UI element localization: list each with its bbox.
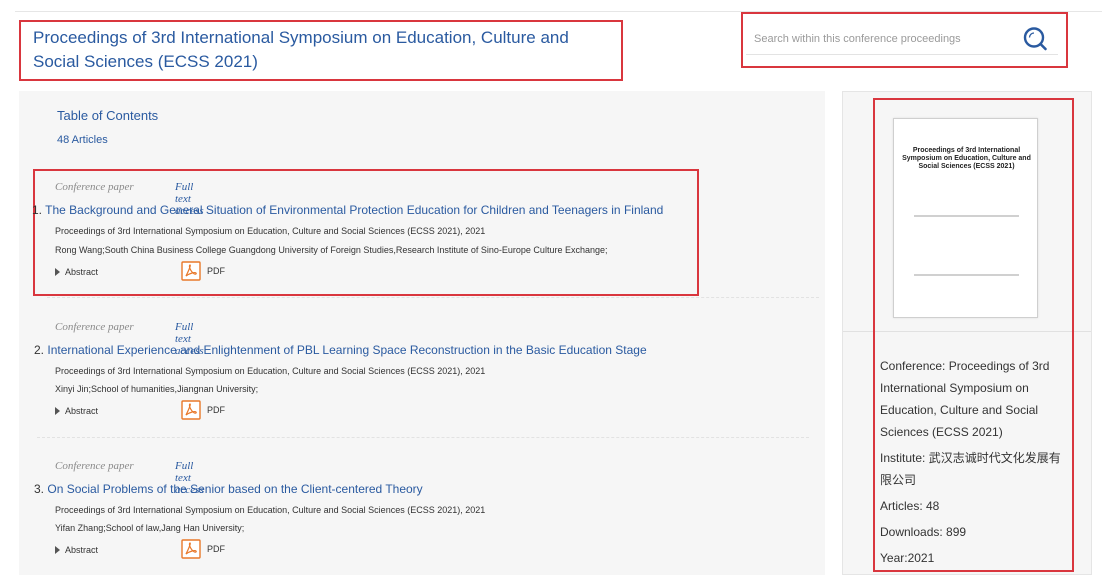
- article-number: 1.: [32, 203, 43, 217]
- article-type: Conference paper: [55, 181, 134, 193]
- article-title-link[interactable]: 2. International Experience and Enlighte…: [34, 343, 647, 357]
- abstract-toggle[interactable]: Abstract: [55, 545, 98, 555]
- abstract-toggle[interactable]: Abstract: [55, 406, 98, 416]
- list-item: Conference paper Full text access 1. The…: [32, 169, 699, 296]
- article-publication: Proceedings of 3rd International Symposi…: [55, 226, 486, 236]
- abstract-label: Abstract: [65, 545, 99, 555]
- search-icon[interactable]: [1021, 25, 1049, 53]
- article-meta: Conference paper Full text access: [55, 321, 204, 357]
- sidebar-highlight-box: [873, 98, 1074, 572]
- article-authors: Xinyi Jin;School of humanities,Jiangnan …: [55, 384, 259, 394]
- pdf-link[interactable]: PDF: [181, 400, 225, 420]
- list-item: Conference paper Full text access 3. On …: [34, 452, 735, 572]
- article-type: Conference paper: [55, 460, 134, 472]
- article-title: International Experience and Enlightenme…: [47, 343, 647, 357]
- title-highlight-box: Proceedings of 3rd International Symposi…: [19, 20, 623, 81]
- search-highlight-box: [741, 12, 1068, 68]
- pdf-icon: [181, 400, 201, 420]
- article-publication: Proceedings of 3rd International Symposi…: [55, 505, 486, 515]
- divider: [37, 437, 809, 438]
- pdf-icon: [181, 539, 201, 559]
- page-title: Proceedings of 3rd International Symposi…: [33, 28, 569, 71]
- abstract-label: Abstract: [65, 267, 99, 277]
- article-meta: Conference paper Full text access: [55, 181, 204, 217]
- article-title: The Background and General Situation of …: [45, 203, 664, 217]
- toc-title: Table of Contents: [57, 108, 159, 123]
- article-list-panel: Table of Contents 48 Articles Conference…: [19, 91, 825, 575]
- expand-triangle-icon: [55, 546, 60, 554]
- pdf-icon: [181, 261, 201, 281]
- article-number: 2.: [34, 343, 45, 357]
- article-title-link[interactable]: 3. On Social Problems of the Senior base…: [34, 482, 423, 496]
- abstract-toggle[interactable]: Abstract: [55, 267, 98, 277]
- pdf-label: PDF: [207, 405, 225, 415]
- list-item: Conference paper Full text access 2. Int…: [34, 313, 735, 433]
- article-type: Conference paper: [55, 321, 134, 333]
- expand-triangle-icon: [55, 268, 60, 276]
- pdf-link[interactable]: PDF: [181, 261, 225, 281]
- divider: [47, 297, 819, 298]
- pdf-label: PDF: [207, 266, 225, 276]
- article-count: 48 Articles: [57, 134, 108, 146]
- pdf-link[interactable]: PDF: [181, 539, 225, 559]
- article-number: 3.: [34, 482, 45, 496]
- article-publication: Proceedings of 3rd International Symposi…: [55, 366, 486, 376]
- article-title: On Social Problems of the Senior based o…: [47, 482, 423, 496]
- pdf-label: PDF: [207, 544, 225, 554]
- article-authors: Yifan Zhang;School of law,Jang Han Unive…: [55, 523, 245, 533]
- abstract-label: Abstract: [65, 406, 99, 416]
- expand-triangle-icon: [55, 407, 60, 415]
- article-title-link[interactable]: 1. The Background and General Situation …: [32, 203, 663, 217]
- search-input[interactable]: [754, 29, 1014, 49]
- search-bar: [746, 23, 1058, 55]
- article-meta: Conference paper Full text access: [55, 460, 204, 496]
- article-authors: Rong Wang;South China Business College G…: [55, 245, 608, 255]
